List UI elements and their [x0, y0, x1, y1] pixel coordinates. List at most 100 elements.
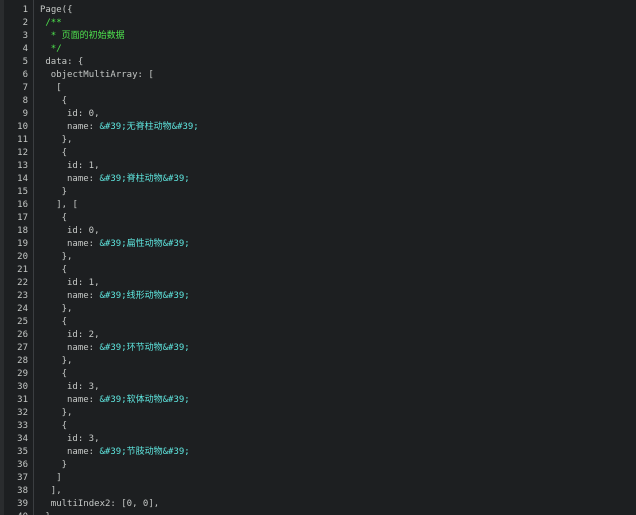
code-token: name:	[67, 291, 100, 301]
code-token: name:	[67, 395, 100, 405]
code-line[interactable]: 9 id: 0,	[0, 108, 636, 121]
line-number: 2	[22, 18, 28, 28]
code-line[interactable]: 37]	[0, 472, 636, 485]
code-token: id: 3,	[67, 434, 100, 444]
code-line[interactable]: 28},	[0, 355, 636, 368]
line-number: 18	[17, 226, 28, 236]
code-line[interactable]: 22 id: 1,	[0, 277, 636, 290]
code-line[interactable]: 14 name: &#39;脊柱动物&#39;	[0, 173, 636, 186]
code-text: name: &#39;节肢动物&#39;	[67, 446, 190, 459]
code-line[interactable]: 12 {	[0, 147, 636, 160]
code-text: [	[56, 82, 61, 95]
line-number: 1	[22, 5, 28, 15]
code-token: }	[61, 460, 68, 470]
code-line[interactable]: 3 * 页面的初始数据	[0, 30, 636, 43]
code-line[interactable]: 4 */	[0, 43, 636, 56]
line-number: 26	[17, 330, 28, 340]
code-token: {	[61, 421, 68, 431]
code-text: */	[45, 43, 62, 56]
code-line[interactable]: 29 {	[0, 368, 636, 381]
code-text: {	[62, 316, 67, 329]
code-line[interactable]: 31 name: &#39;软体动物&#39;	[0, 394, 636, 407]
code-text: }	[62, 459, 67, 472]
code-text: {	[62, 264, 67, 277]
line-number: 25	[17, 317, 28, 327]
code-line[interactable]: 40},	[0, 511, 636, 515]
code-line[interactable]: 24},	[0, 303, 636, 316]
code-line[interactable]: 19 name: &#39;扁性动物&#39;	[0, 238, 636, 251]
code-line[interactable]: 38],	[0, 485, 636, 498]
code-text: },	[62, 303, 73, 316]
code-token: name:	[67, 174, 100, 184]
code-line[interactable]: 2 /**	[0, 17, 636, 30]
code-line[interactable]: 11},	[0, 134, 636, 147]
line-number: 31	[17, 395, 28, 405]
code-text: name: &#39;环节动物&#39;	[67, 342, 190, 355]
code-token: },	[61, 135, 73, 145]
code-text: },	[62, 251, 73, 264]
line-number: 3	[22, 31, 28, 41]
line-number: 39	[17, 499, 28, 509]
code-line[interactable]: 17 {	[0, 212, 636, 225]
code-line[interactable]: 6 objectMultiArray: [	[0, 69, 636, 82]
code-line[interactable]: 7[	[0, 82, 636, 95]
line-number: 23	[17, 291, 28, 301]
code-line[interactable]: 13 id: 1,	[0, 160, 636, 173]
code-line[interactable]: 8{	[0, 95, 636, 108]
code-token: name:	[67, 343, 100, 353]
code-token: {	[61, 148, 68, 158]
line-number: 15	[17, 187, 28, 197]
code-text: },	[62, 134, 73, 147]
code-line[interactable]: 26 id: 2,	[0, 329, 636, 342]
code-line[interactable]: 16], [	[0, 199, 636, 212]
code-line[interactable]: 39 multiIndex2: [0, 0],	[0, 498, 636, 511]
code-text: name: &#39;扁性动物&#39;	[67, 238, 190, 251]
line-number: 37	[17, 473, 28, 483]
code-text: id: 1,	[67, 160, 100, 173]
line-number: 9	[22, 109, 28, 119]
code-line[interactable]: 34 id: 3,	[0, 433, 636, 446]
code-token: }	[61, 187, 68, 197]
code-line[interactable]: 30 id: 3,	[0, 381, 636, 394]
code-token: {	[61, 317, 68, 327]
code-text: name: &#39;软体动物&#39;	[67, 394, 190, 407]
line-number: 17	[17, 213, 28, 223]
code-line[interactable]: 32},	[0, 407, 636, 420]
code-token: ],	[50, 486, 62, 496]
code-line[interactable]: 20},	[0, 251, 636, 264]
code-line[interactable]: 25 {	[0, 316, 636, 329]
code-line[interactable]: 1 Page({	[0, 4, 636, 17]
line-number: 10	[17, 122, 28, 132]
line-number: 40	[4, 511, 28, 515]
code-line[interactable]: 21 {	[0, 264, 636, 277]
code-line[interactable]: 33 {	[0, 420, 636, 433]
code-text: {	[62, 212, 67, 225]
code-token: name:	[67, 239, 100, 249]
code-line[interactable]: 15}	[0, 186, 636, 199]
code-line[interactable]: 10 name: &#39;无脊柱动物&#39;	[0, 121, 636, 134]
code-line[interactable]: 18 id: 0,	[0, 225, 636, 238]
line-number: 36	[17, 460, 28, 470]
code-token: ]	[56, 473, 62, 483]
string-literal: &#39;线形动物&#39;	[99, 291, 190, 301]
line-number: 6	[22, 70, 28, 80]
code-editor[interactable]: 1 Page({2/** 3 * 页面的初始数据 4 */5 data: {6 objec…	[0, 0, 636, 515]
code-line[interactable]: 23 name: &#39;线形动物&#39;	[0, 290, 636, 303]
code-token: id: 1,	[67, 278, 100, 288]
code-text: },	[45, 511, 56, 515]
code-line[interactable]: 5 data: {	[0, 56, 636, 69]
code-token: {	[61, 369, 68, 379]
code-token: name:	[67, 122, 100, 132]
code-line[interactable]: 35 name: &#39;节肢动物&#39;	[0, 446, 636, 459]
line-number: 34	[17, 434, 28, 444]
code-token: },	[61, 408, 73, 418]
code-token: multiIndex2: [0, 0],	[50, 499, 160, 509]
code-token: id: 0,	[67, 226, 100, 236]
code-line[interactable]: 27 name: &#39;环节动物&#39;	[0, 342, 636, 355]
code-text: id: 1,	[67, 277, 100, 290]
code-line[interactable]: 36}	[0, 459, 636, 472]
code-text: },	[62, 355, 73, 368]
code-text: id: 3,	[67, 381, 100, 394]
code-comment: */	[45, 44, 62, 54]
line-number: 21	[17, 265, 28, 275]
